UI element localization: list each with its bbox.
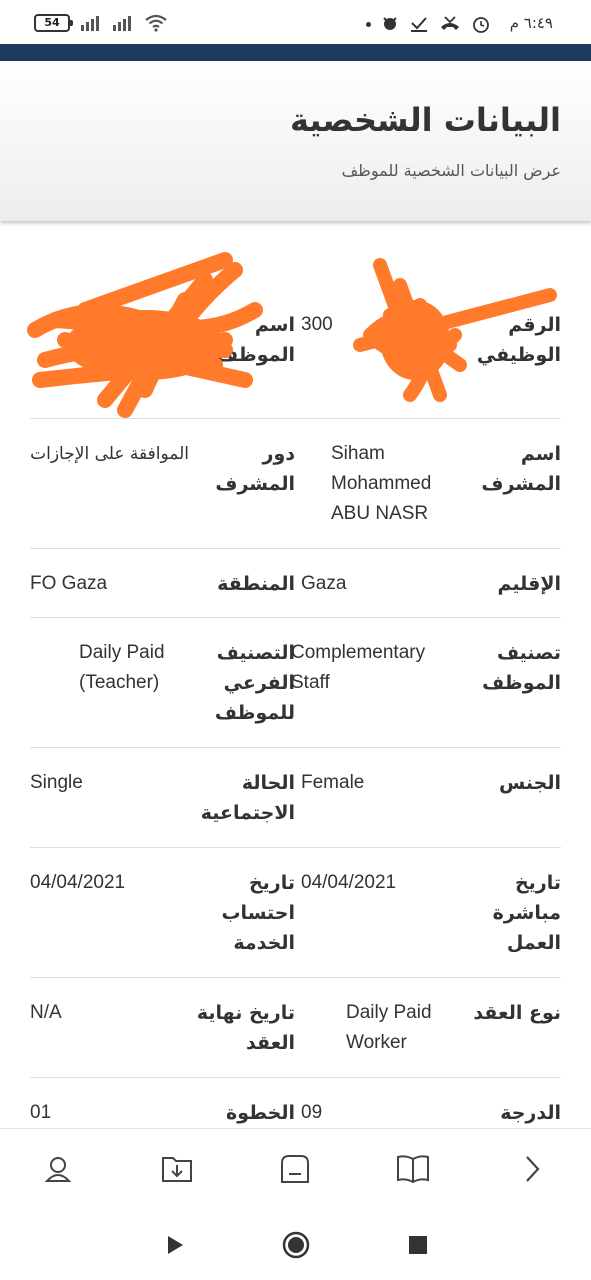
field-label: المنطقة xyxy=(217,573,295,595)
field-label: نوع العقد xyxy=(473,1002,561,1024)
system-navigation xyxy=(0,1208,591,1280)
missed-call-icon xyxy=(441,16,459,30)
record-icon[interactable] xyxy=(279,1228,313,1262)
status-icons-left: 54 xyxy=(34,14,168,32)
field-label: الجنس xyxy=(499,772,561,794)
book-icon[interactable] xyxy=(393,1149,433,1189)
field-label: الإقليم xyxy=(497,573,561,595)
app-notification-icon xyxy=(383,17,397,30)
field-label: الخطوة xyxy=(226,1102,295,1124)
field-label: تاريخ احتساب الخدمة xyxy=(221,872,295,954)
page-subtitle: عرض البيانات الشخصية للموظف xyxy=(341,161,561,180)
field-label: الدرجة xyxy=(500,1102,561,1124)
field-value: الموافقة على الإجازات xyxy=(30,444,189,464)
field-label: الرقم الوظيفي xyxy=(476,314,561,366)
stop-icon[interactable] xyxy=(401,1228,435,1262)
field-value: 300 xyxy=(301,314,333,335)
field-row-region: الإقليم Gaza المنطقة FO Gaza xyxy=(30,549,561,618)
field-row-contract: نوع العقد Daily Paid Worker تاريخ نهاية … xyxy=(30,978,561,1078)
field-row-supervisor: اسم المشرف Siham Mohammed ABU NASR دور ا… xyxy=(30,419,561,549)
signal-icon xyxy=(81,16,99,31)
field-row-gender: الجنس Female الحالة الاجتماعية Single xyxy=(30,748,561,848)
field-label: اسم المشرف xyxy=(481,443,561,495)
battery-icon: 54 xyxy=(34,14,73,32)
field-label: تصنيف الموظف xyxy=(482,642,561,694)
page-title: البيانات الشخصية xyxy=(289,101,561,139)
field-row-grade: الدرجة 09 الخطوة 01 xyxy=(30,1078,561,1128)
bottom-navigation xyxy=(0,1128,591,1208)
wifi-icon xyxy=(145,14,167,32)
field-row-employee-id: الرقم الوظيفي 300 اسم الموظف xyxy=(30,230,561,419)
profile-icon[interactable] xyxy=(38,1149,78,1189)
status-time: ٦:٤٩ م xyxy=(509,14,553,32)
field-value: Daily Paid (Teacher) xyxy=(79,642,165,693)
field-value: 04/04/2021 xyxy=(30,872,126,893)
download-folder-icon[interactable] xyxy=(157,1149,197,1189)
chevron-right-icon[interactable] xyxy=(512,1149,552,1189)
signal-icon-2 xyxy=(113,16,131,31)
field-row-classification: تصنيف الموظف Complementary Staff التصنيف… xyxy=(30,618,561,748)
field-label: دور المشرف xyxy=(215,443,295,495)
notification-dot-icon xyxy=(366,21,371,27)
play-icon[interactable] xyxy=(158,1228,192,1262)
field-label: التصنيف الفرعي للموظف xyxy=(214,642,295,724)
check-icon xyxy=(411,17,427,32)
field-label: تاريخ نهاية العقد xyxy=(196,1002,295,1054)
field-row-start-date: تاريخ مباشرة العمل 04/04/2021 تاريخ احتس… xyxy=(30,848,561,978)
alarm-icon xyxy=(473,17,489,33)
field-label: اسم الموظف xyxy=(216,314,295,366)
accent-bar xyxy=(0,44,591,61)
personal-data-list: الرقم الوظيفي 300 اسم الموظف اسم المشرف … xyxy=(30,230,561,1128)
page-header: البيانات الشخصية عرض البيانات الشخصية لل… xyxy=(0,61,591,221)
field-value: N/A xyxy=(30,1002,62,1023)
field-value: 01 xyxy=(30,1102,52,1123)
status-bar: 54 ٦:٤٩ م xyxy=(0,0,591,44)
field-value: Complementary Staff xyxy=(291,642,426,693)
field-value: Single xyxy=(30,772,83,793)
field-value: FO Gaza xyxy=(30,573,108,594)
field-value: Female xyxy=(301,772,365,793)
field-label: الحالة الاجتماعية xyxy=(200,772,295,824)
field-value: Gaza xyxy=(301,573,347,594)
field-value: 04/04/2021 xyxy=(301,872,397,893)
field-value: 09 xyxy=(301,1102,323,1123)
minus-box-icon[interactable] xyxy=(275,1149,315,1189)
field-label: تاريخ مباشرة العمل xyxy=(492,872,561,954)
field-value: Daily Paid Worker xyxy=(346,1002,432,1053)
field-value: Siham Mohammed ABU NASR xyxy=(331,443,432,524)
status-icons-right xyxy=(366,14,491,34)
